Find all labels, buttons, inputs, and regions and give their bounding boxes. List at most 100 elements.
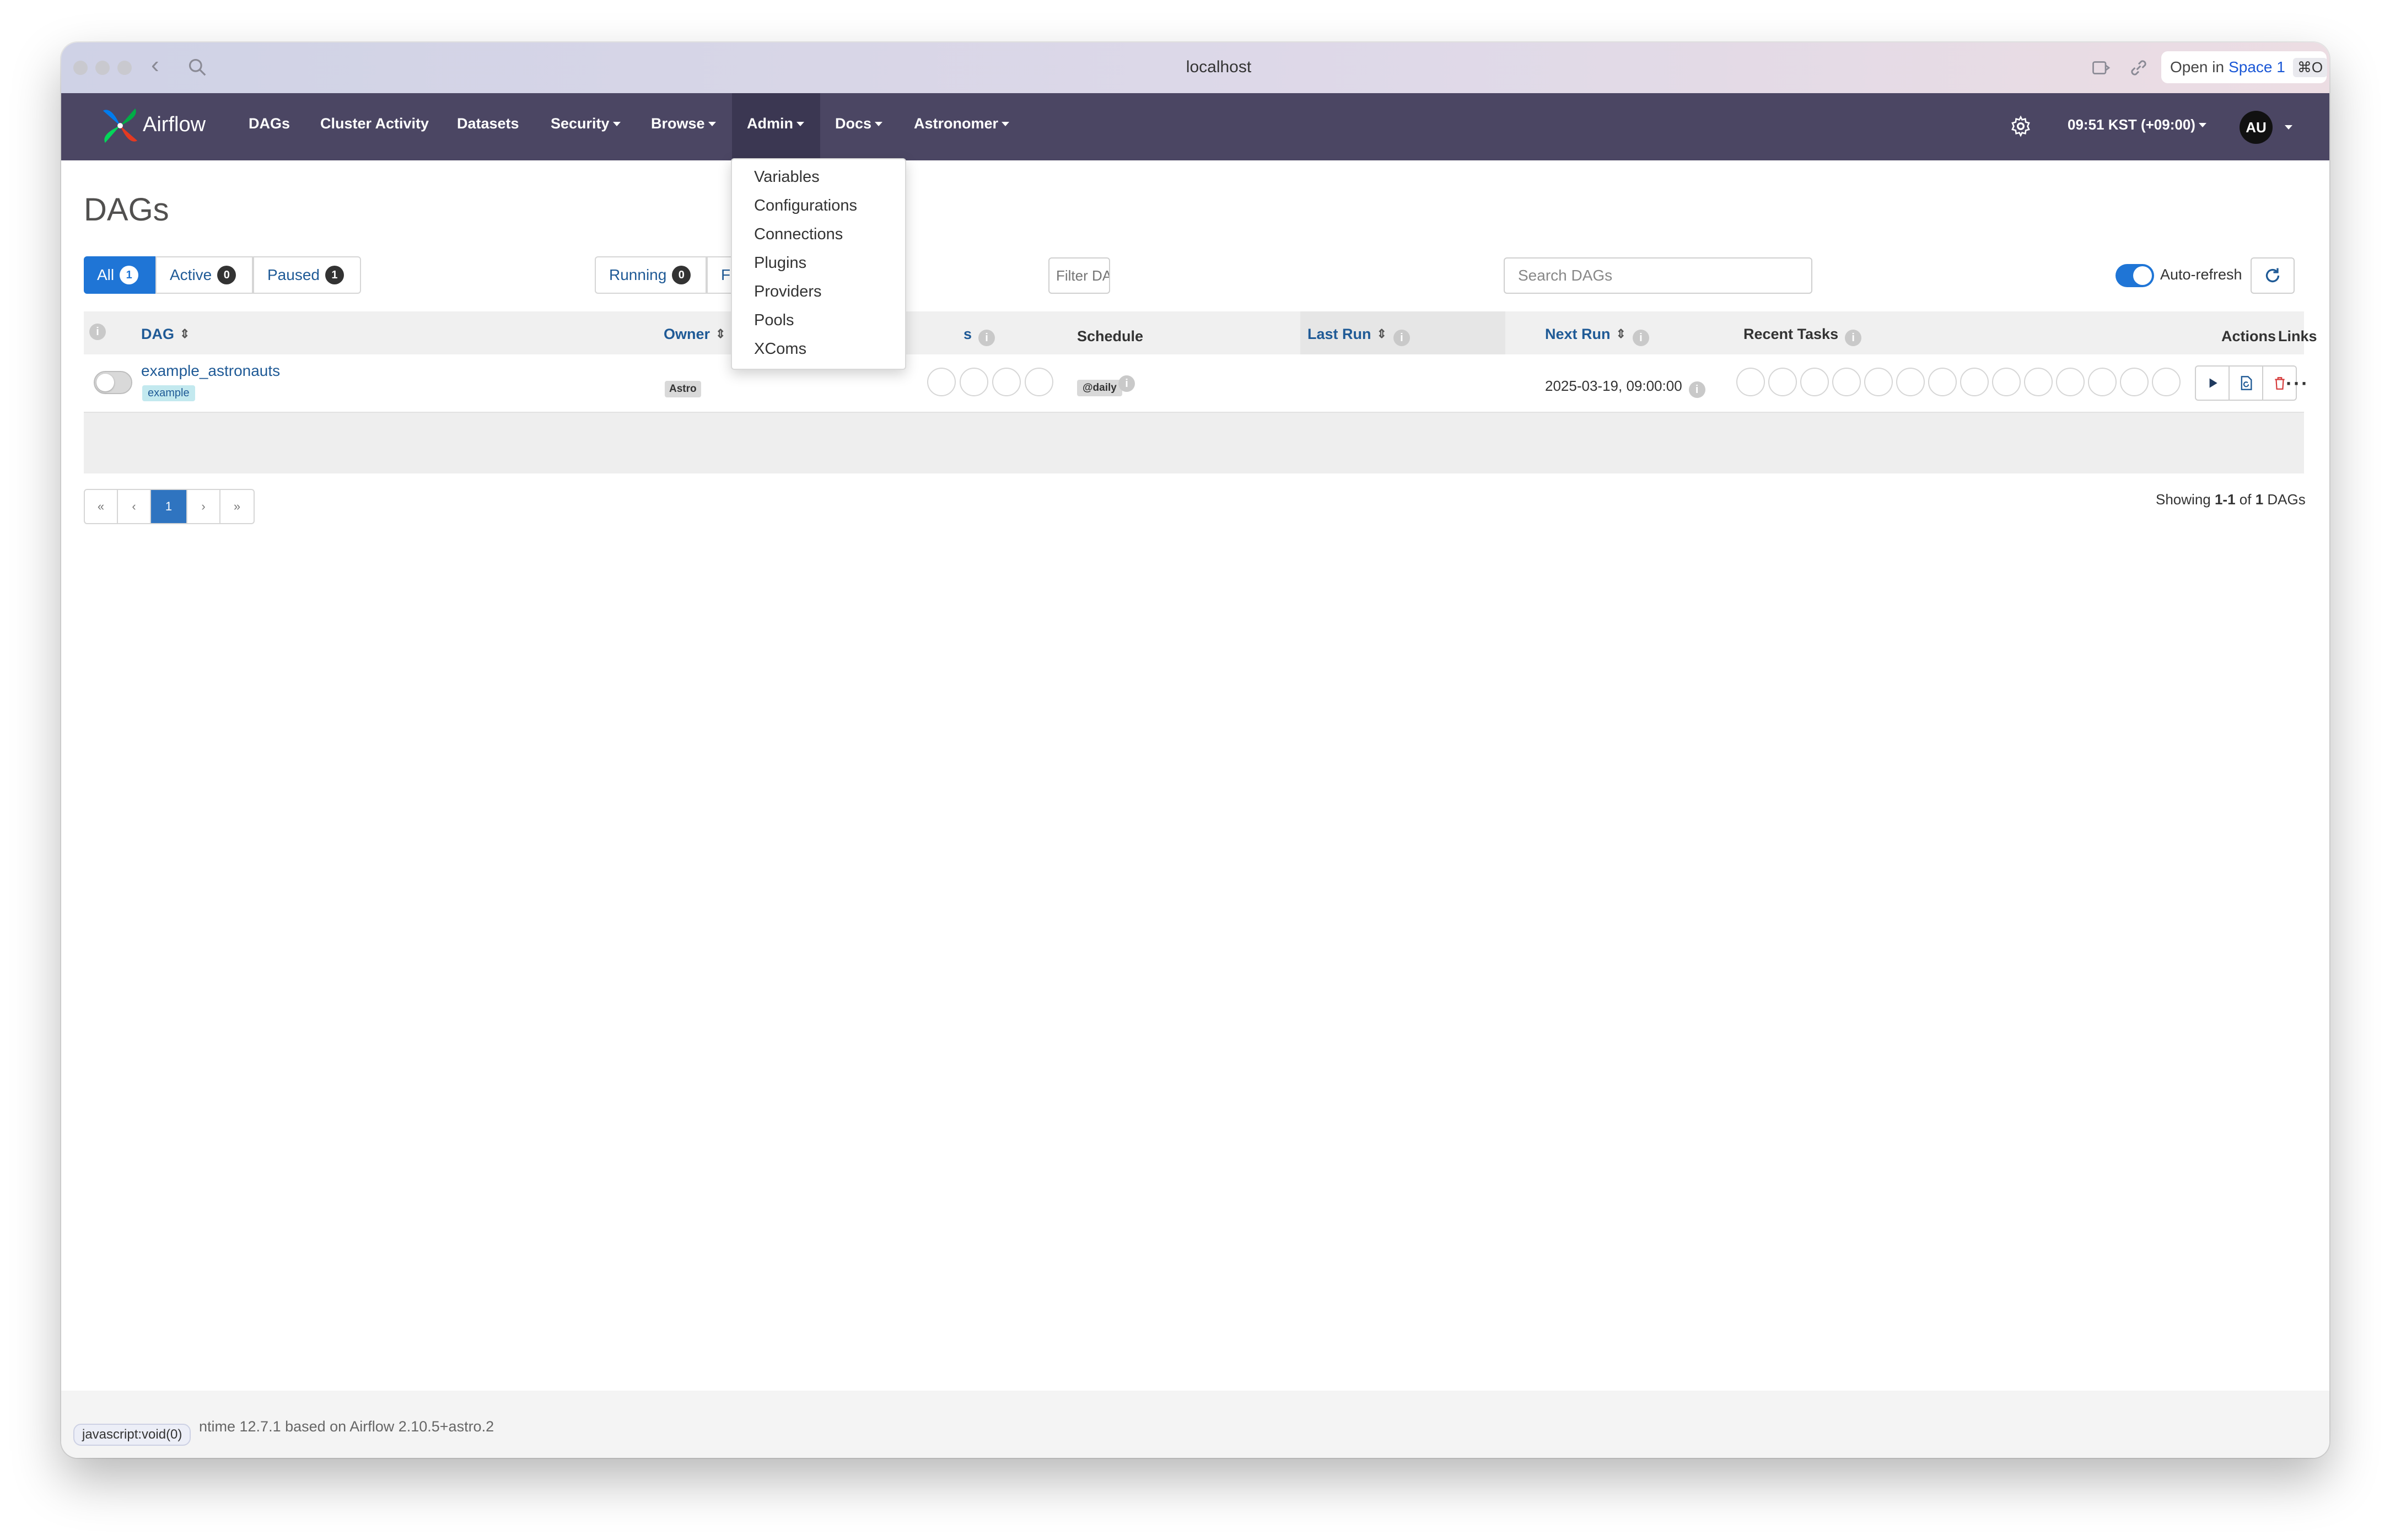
header-dag[interactable]: DAG ⇕ [141, 326, 190, 343]
task-state-circle[interactable] [1768, 368, 1797, 396]
window-close-button[interactable] [73, 61, 88, 75]
brand-name[interactable]: Airflow [143, 113, 206, 137]
first-page-button[interactable]: « [85, 490, 118, 523]
filter-active-button[interactable]: Active 0 [155, 256, 253, 294]
task-state-circle[interactable] [1960, 368, 1989, 396]
menu-item-plugins[interactable]: Plugins [754, 254, 806, 272]
showing-prefix: Showing [2156, 491, 2211, 508]
filter-running-button[interactable]: Running 0 [595, 256, 707, 294]
nav-security[interactable]: Security [551, 115, 621, 132]
dag-pause-toggle[interactable] [94, 371, 132, 394]
prev-page-button[interactable]: ‹ [118, 490, 151, 523]
info-icon[interactable]: i [1118, 375, 1135, 392]
info-icon[interactable]: i [89, 324, 106, 340]
nav-security-label: Security [551, 115, 610, 132]
nav-datasets[interactable]: Datasets [457, 115, 519, 132]
info-icon[interactable]: i [1393, 330, 1410, 346]
timezone-selector[interactable]: 09:51 KST (+09:00) [2068, 116, 2206, 133]
nav-dags[interactable]: DAGs [249, 115, 290, 132]
owner-badge[interactable]: Astro [665, 381, 701, 397]
tag-filter-input[interactable] [1048, 257, 1110, 294]
filter-failed-label: F [721, 266, 731, 283]
main-navbar: Airflow DAGs Cluster Activity Datasets S… [61, 93, 2329, 160]
current-page-button[interactable]: 1 [151, 490, 187, 523]
menu-item-variables[interactable]: Variables [754, 168, 820, 186]
task-state-circle[interactable] [2056, 368, 2085, 396]
run-state-circle[interactable] [1025, 368, 1053, 396]
auto-refresh-toggle[interactable] [2116, 264, 2154, 287]
next-run-date: 2025-03-19, 09:00:00 [1545, 378, 1682, 394]
last-page-button[interactable]: » [220, 490, 254, 523]
search-icon[interactable] [187, 57, 208, 78]
info-icon[interactable]: i [1632, 330, 1649, 346]
header-links: Links [2278, 328, 2317, 344]
task-state-circle[interactable] [1832, 368, 1861, 396]
menu-item-providers[interactable]: Providers [754, 283, 822, 301]
search-dags-input[interactable] [1504, 257, 1812, 294]
menu-item-configurations[interactable]: Configurations [754, 197, 857, 215]
task-state-circle[interactable] [1800, 368, 1829, 396]
nav-browse[interactable]: Browse [651, 115, 716, 132]
header-next-run[interactable]: Next Run ⇕ i [1545, 326, 1649, 346]
sort-icon: ⇕ [1376, 327, 1387, 341]
info-icon[interactable]: i [978, 330, 995, 346]
header-actions: Actions [2221, 328, 2276, 344]
address-bar[interactable]: localhost [1053, 58, 1384, 77]
nav-docs-label: Docs [835, 115, 872, 132]
header-owner[interactable]: Owner ⇕ [664, 326, 725, 343]
gear-icon[interactable] [2010, 115, 2032, 137]
task-state-circle[interactable] [1992, 368, 2021, 396]
next-page-button[interactable]: › [187, 490, 220, 523]
run-state-circle[interactable] [960, 368, 988, 396]
refresh-button[interactable] [2251, 257, 2295, 294]
task-state-circle[interactable] [2152, 368, 2181, 396]
dag-id-link[interactable]: example_astronauts [141, 362, 280, 380]
chevron-down-icon [2198, 123, 2206, 127]
open-in-label: Open in [2170, 58, 2225, 76]
shortcut-hint: ⌘O [2292, 57, 2328, 77]
task-state-circle[interactable] [1896, 368, 1925, 396]
nav-cluster-activity[interactable]: Cluster Activity [320, 115, 429, 132]
menu-item-pools[interactable]: Pools [754, 311, 794, 330]
task-state-circle[interactable] [2024, 368, 2053, 396]
airflow-logo-icon[interactable] [99, 104, 142, 147]
nav-astronomer[interactable]: Astronomer [914, 115, 1010, 132]
back-arrow-icon[interactable]: ‹ [151, 51, 159, 79]
version-info: ntime 12.7.1 based on Airflow 2.10.5+ast… [199, 1418, 494, 1435]
dag-actions-group [2195, 365, 2297, 401]
open-in-space-button[interactable]: Open in Space 1 ⌘O [2161, 51, 2328, 83]
nav-admin[interactable]: Admin [747, 115, 804, 132]
filter-all-button[interactable]: All 1 [84, 256, 155, 294]
header-last-run[interactable]: Last Run ⇕ i [1307, 326, 1410, 346]
menu-item-connections[interactable]: Connections [754, 225, 843, 244]
refresh-dag-button[interactable] [2230, 367, 2263, 400]
sort-icon: ⇕ [1616, 327, 1626, 341]
copy-link-icon[interactable] [2128, 57, 2150, 79]
run-state-circle[interactable] [992, 368, 1021, 396]
task-state-circle[interactable] [1736, 368, 1765, 396]
info-icon[interactable]: i [1845, 330, 1862, 346]
avatar[interactable]: AU [2240, 111, 2273, 144]
filter-paused-button[interactable]: Paused 1 [253, 256, 361, 294]
nav-docs[interactable]: Docs [835, 115, 883, 132]
next-run-value: 2025-03-19, 09:00:00 i [1545, 378, 1705, 398]
task-state-circle[interactable] [1864, 368, 1893, 396]
header-recent-tasks: Recent Tasks i [1743, 326, 1862, 346]
info-icon[interactable]: i [1688, 381, 1705, 398]
more-links-icon[interactable]: ··· [2286, 372, 2309, 395]
dag-tag-badge[interactable]: example [142, 385, 195, 401]
chevron-down-icon[interactable] [2285, 125, 2292, 130]
task-state-circle[interactable] [2120, 368, 2149, 396]
task-state-circle[interactable] [2088, 368, 2117, 396]
trigger-dag-button[interactable] [2196, 367, 2230, 400]
menu-item-xcoms[interactable]: XComs [754, 340, 806, 358]
schedule-badge[interactable]: @daily [1077, 380, 1122, 396]
pagination: « ‹ 1 › » [84, 489, 255, 524]
window-minimize-button[interactable] [95, 61, 110, 75]
window-zoom-button[interactable] [117, 61, 132, 75]
showing-range: 1-1 [2214, 491, 2236, 508]
reader-mode-icon[interactable] [2090, 58, 2112, 78]
run-state-circle[interactable] [927, 368, 956, 396]
header-schedule: Schedule [1077, 328, 1144, 344]
task-state-circle[interactable] [1928, 368, 1957, 396]
